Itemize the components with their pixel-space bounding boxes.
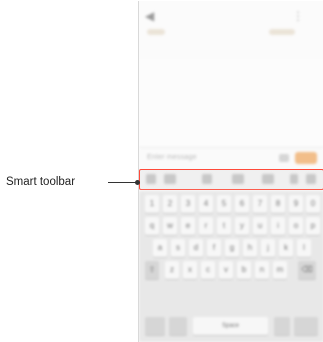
key[interactable]: z (165, 261, 179, 279)
symbols-key[interactable] (145, 317, 165, 335)
key[interactable]: 4 (199, 195, 213, 213)
key[interactable]: a (153, 239, 167, 257)
toolbar-emoji-icon[interactable] (164, 174, 176, 184)
send-button[interactable] (295, 152, 317, 164)
backspace-key[interactable]: ⌫ (298, 261, 316, 279)
toolbar-settings-icon[interactable] (306, 174, 316, 184)
shift-key[interactable]: ⇧ (145, 261, 159, 279)
toolbar-text-icon[interactable] (202, 174, 212, 184)
key[interactable]: 9 (289, 195, 303, 213)
key[interactable]: 0 (306, 195, 320, 213)
back-arrow-icon[interactable]: ◀ (145, 10, 157, 22)
key[interactable]: 8 (271, 195, 285, 213)
key[interactable]: k (279, 239, 293, 257)
callout-label: Smart toolbar (6, 176, 76, 188)
message-input[interactable]: Enter message (147, 154, 197, 161)
keyboard-row-bottom: Space (143, 317, 320, 337)
key[interactable]: v (219, 261, 233, 279)
keyboard-row-1: q w e r t y u i o p (143, 217, 320, 237)
key[interactable]: y (235, 217, 249, 235)
space-key[interactable]: Space (193, 317, 268, 335)
key[interactable]: 7 (253, 195, 267, 213)
toolbar-clipboard-icon[interactable] (146, 174, 156, 184)
top-bar: ◀ ⋮ (139, 1, 323, 59)
top-right-hint (269, 29, 295, 35)
key[interactable]: o (289, 217, 303, 235)
key[interactable]: j (261, 239, 275, 257)
key[interactable]: b (237, 261, 251, 279)
toolbar-handwriting-icon[interactable] (262, 174, 274, 184)
toolbar-voice-icon[interactable] (290, 174, 298, 184)
key[interactable]: u (253, 217, 267, 235)
key[interactable]: x (183, 261, 197, 279)
key[interactable]: n (255, 261, 269, 279)
keyboard-row-numbers: 1 2 3 4 5 6 7 8 9 0 (143, 195, 320, 215)
key[interactable]: e (181, 217, 195, 235)
key[interactable]: d (189, 239, 203, 257)
key[interactable]: g (225, 239, 239, 257)
enter-key[interactable] (294, 317, 318, 335)
menu-icon[interactable]: ⋮ (292, 10, 304, 22)
callout-line (108, 182, 138, 183)
key[interactable]: c (201, 261, 215, 279)
keyboard: 1 2 3 4 5 6 7 8 9 0 q w e r t y u i o p … (139, 191, 323, 342)
key[interactable]: 2 (163, 195, 177, 213)
attach-icon[interactable] (279, 154, 289, 162)
period-key[interactable] (274, 317, 290, 335)
toolbar-image-icon[interactable] (232, 174, 244, 184)
conversation-area (139, 59, 323, 147)
key[interactable]: 1 (145, 195, 159, 213)
key[interactable]: q (145, 217, 159, 235)
key[interactable]: t (217, 217, 231, 235)
key[interactable]: 5 (217, 195, 231, 213)
key[interactable]: i (271, 217, 285, 235)
key[interactable]: p (306, 217, 320, 235)
key[interactable]: m (273, 261, 287, 279)
compose-bar: Enter message (139, 147, 323, 170)
key[interactable]: h (243, 239, 257, 257)
keyboard-row-3: ⇧ z x c v b n m ⌫ (143, 261, 320, 281)
key[interactable]: s (171, 239, 185, 257)
key[interactable]: l (297, 239, 311, 257)
key[interactable]: 3 (181, 195, 195, 213)
key[interactable]: w (163, 217, 177, 235)
keyboard-row-2: a s d f g h j k l (143, 239, 320, 259)
key[interactable]: 6 (235, 195, 249, 213)
key[interactable]: r (199, 217, 213, 235)
comma-key[interactable] (169, 317, 187, 335)
smart-toolbar (139, 169, 323, 190)
callout-dot (135, 180, 140, 185)
top-left-hint (147, 29, 165, 35)
phone-screen: ◀ ⋮ Enter message 1 2 3 4 5 6 7 8 9 0 q … (138, 1, 323, 342)
key[interactable]: f (207, 239, 221, 257)
